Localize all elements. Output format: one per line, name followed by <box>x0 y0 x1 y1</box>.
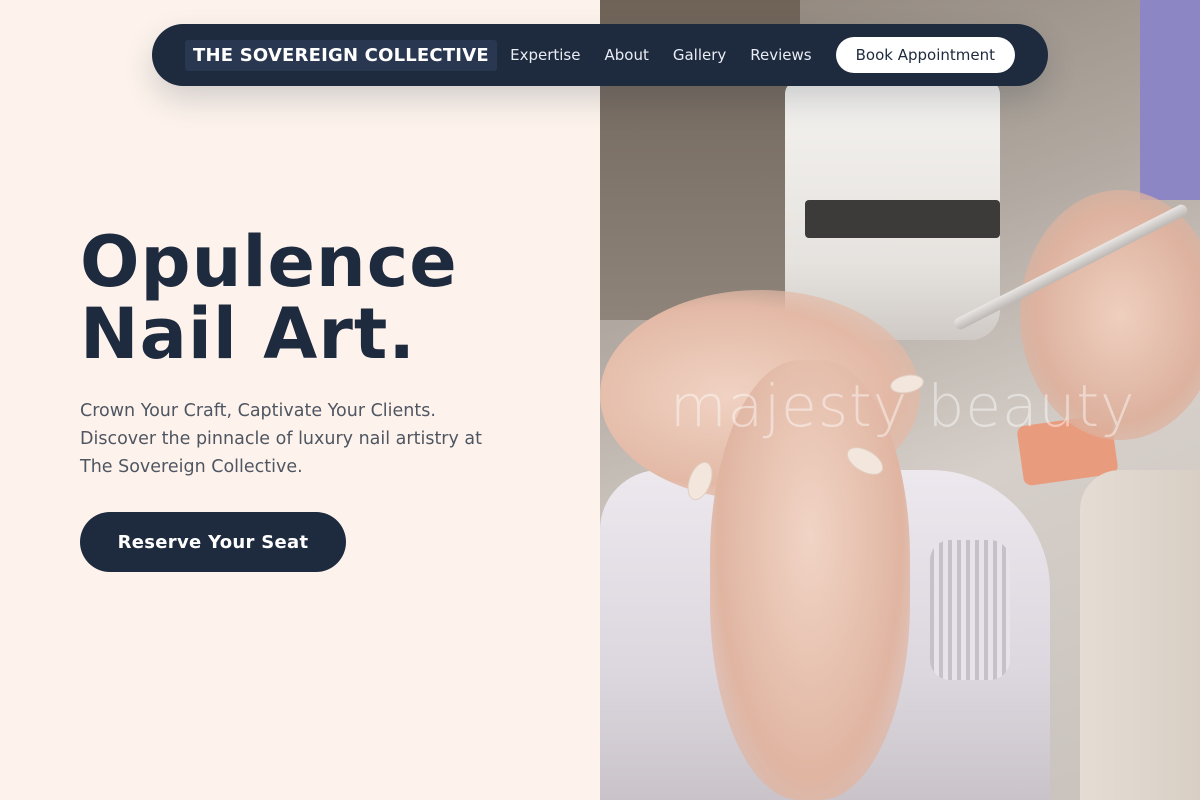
hero-subtitle-line: Crown Your Craft, Captivate Your Clients… <box>80 401 436 421</box>
hero-subtitle: Crown Your Craft, Captivate Your Clients… <box>80 397 520 481</box>
reserve-seat-button[interactable]: Reserve Your Seat <box>80 512 346 572</box>
brand-logo[interactable]: THE SOVEREIGN COLLECTIVE <box>185 39 497 71</box>
hero-title-line: Nail Art. <box>80 293 416 375</box>
book-appointment-button[interactable]: Book Appointment <box>835 37 1015 73</box>
hero-subtitle-line: Discover the pinnacle of luxury nail art… <box>80 429 483 449</box>
nav-link-about[interactable]: About <box>604 46 648 64</box>
photo-jar-band <box>805 200 1000 238</box>
photo-purple-box <box>1140 0 1200 200</box>
photo-sleeve <box>1080 470 1200 800</box>
image-watermark: majesty beauty <box>670 372 1136 440</box>
top-navbar: THE SOVEREIGN COLLECTIVE Expertise About… <box>152 24 1048 86</box>
hero-title: Opulence Nail Art. <box>80 226 580 370</box>
nav-link-gallery[interactable]: Gallery <box>673 46 726 64</box>
hero-image: majesty beauty <box>600 0 1200 800</box>
hero-title-line: Opulence <box>80 221 458 303</box>
nav-link-reviews[interactable]: Reviews <box>750 46 811 64</box>
photo-lamp-vents <box>930 540 1010 680</box>
hero-subtitle-line: The Sovereign Collective. <box>80 457 303 477</box>
nav-link-expertise[interactable]: Expertise <box>510 46 580 64</box>
nav-links: Expertise About Gallery Reviews Book App… <box>510 37 1015 73</box>
